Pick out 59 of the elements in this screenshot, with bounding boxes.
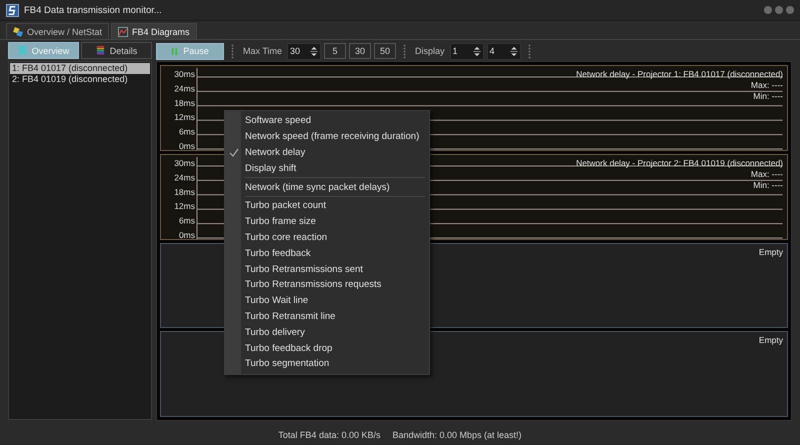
check-icon: [229, 148, 239, 158]
projector-item[interactable]: 2: FB4 01019 (disconnected): [10, 74, 150, 85]
window-title: FB4 Data transmission monitor...: [24, 4, 162, 16]
empty-label: Empty: [758, 246, 783, 256]
axis-label: 6ms: [178, 126, 195, 137]
menu-item[interactable]: Software speed: [225, 113, 429, 129]
preset-button[interactable]: 5: [324, 43, 346, 59]
menu-item[interactable]: Turbo frame size: [225, 214, 429, 230]
axis-label: 24ms: [174, 83, 195, 94]
preset-button[interactable]: 30: [349, 43, 372, 59]
max-time-label: Max Time: [242, 46, 284, 56]
view-button[interactable]: Details: [81, 42, 152, 59]
menu-item[interactable]: Turbo segmentation: [225, 356, 429, 372]
menu-item[interactable]: Turbo Wait line: [225, 292, 429, 309]
axis-label: 0ms: [178, 141, 195, 151]
preset-button[interactable]: 50: [374, 43, 396, 59]
menu-item[interactable]: Turbo feedback: [225, 245, 429, 262]
max-value: Max: ----: [750, 168, 783, 179]
axis-label: 0ms: [178, 230, 195, 240]
menu-item[interactable]: Turbo Retransmit line: [225, 308, 429, 324]
min-value: Min: ----: [753, 180, 783, 190]
axis-label: 18ms: [174, 98, 195, 108]
chart-title: Network delay - Projector 2: FB4 01019 (disconnected): [576, 158, 783, 168]
axis-label: 30ms: [174, 69, 195, 79]
menu-item[interactable]: Display shift: [225, 160, 429, 176]
display-label: Display: [414, 46, 446, 56]
menu-item[interactable]: Turbo feedback drop: [225, 340, 429, 356]
display-from-spinner[interactable]: 1: [450, 42, 484, 60]
menu-item[interactable]: Turbo delivery: [225, 324, 429, 340]
tab[interactable]: Overview / NetStat: [6, 23, 110, 39]
menu-item[interactable]: Turbo Retransmissions requests: [225, 276, 429, 293]
axis-label: 30ms: [174, 158, 195, 168]
tab[interactable]: FB4 Diagrams: [111, 23, 197, 39]
axis-label: 12ms: [174, 200, 195, 211]
menu-item[interactable]: Network speed (frame receiving duration): [225, 128, 429, 145]
max-value: Max: ----: [750, 80, 783, 90]
menu-item[interactable]: Turbo packet count: [225, 198, 429, 214]
axis-label: 18ms: [174, 186, 195, 197]
display-to-spinner[interactable]: 4: [486, 42, 521, 60]
bars-icon: [18, 45, 27, 56]
bars-icon: [96, 45, 105, 56]
app-icon: [6, 4, 19, 16]
min-value: Min: ----: [753, 91, 783, 101]
max-time-spinner[interactable]: 30: [287, 42, 322, 60]
axis-label: 24ms: [174, 172, 195, 182]
menu-item[interactable]: Network (time sync packet delays): [225, 179, 429, 195]
menu-item[interactable]: Network delay: [225, 144, 429, 160]
pause-icon: [171, 46, 178, 56]
empty-label: Empty: [758, 335, 783, 346]
projector-item[interactable]: 1: FB4 01017 (disconnected): [10, 63, 150, 74]
cubes-icon: [13, 26, 23, 36]
chart-title: Network delay - Projector 1: FB4 01017 (disconnected): [576, 69, 783, 79]
menu-item[interactable]: Turbo core reaction: [225, 230, 429, 246]
menu-item[interactable]: Turbo Retransmissions sent: [225, 261, 429, 277]
axis-label: 6ms: [178, 215, 195, 226]
status-text: Bandwidth: 0.00 Mbps (at least!): [392, 430, 522, 440]
chart-icon: [118, 26, 128, 36]
status-text: Total FB4 data: 0.00 KB/s: [278, 430, 380, 440]
axis-label: 12ms: [174, 112, 195, 122]
